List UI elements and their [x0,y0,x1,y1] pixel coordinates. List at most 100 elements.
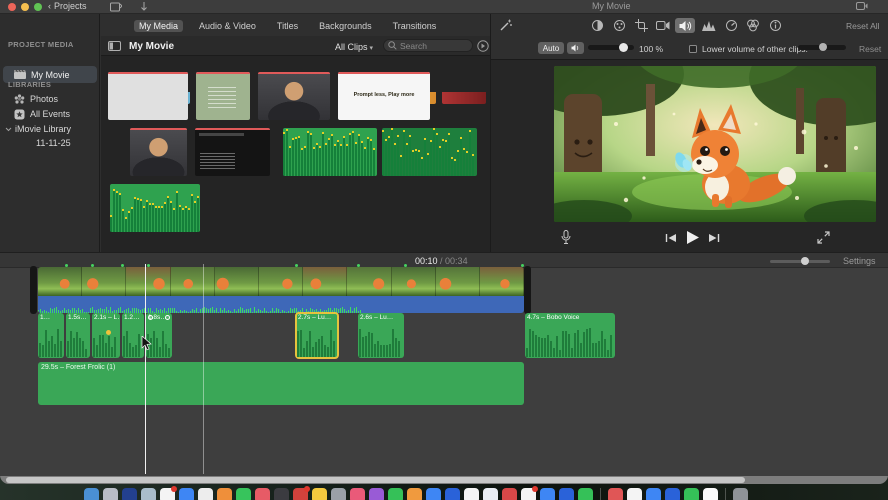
reset-all-button[interactable]: Reset All [846,21,880,31]
dock-app-icon[interactable] [388,488,403,500]
clip-filter-dropdown[interactable]: All Clips ▾ [335,42,373,52]
dock-app-icon[interactable] [733,488,748,500]
media-thumbnail-terminal[interactable] [195,128,270,176]
media-thumbnail-audio[interactable] [283,128,377,176]
sidebar-item-all-events[interactable]: All Events [0,107,100,122]
media-thumbnail-talking-head[interactable] [258,72,330,120]
dock-app-icon[interactable] [703,488,718,500]
filmstrip-frame[interactable] [214,267,259,296]
sidebar-item-imovie-library[interactable]: iMovie Library [0,122,100,137]
filmstrip-frame[interactable] [391,267,436,296]
share-arrow-icon[interactable] [140,2,148,12]
dock-app-icon[interactable] [483,488,498,500]
filmstrip-frame[interactable] [258,267,304,296]
media-thumbnail-screen-recording[interactable] [108,72,188,120]
close-window-button[interactable] [8,3,16,11]
sidebar-item-event-date[interactable]: 11-11-25 [0,136,100,151]
dock-app-icon[interactable] [274,488,289,500]
minimize-window-button[interactable] [21,3,29,11]
dock-app-icon[interactable] [350,488,365,500]
dock-app-icon[interactable] [293,486,310,500]
fade-handle[interactable] [165,315,170,320]
clip-trim-handle-left[interactable] [30,266,37,314]
playhead[interactable] [145,264,146,474]
dock-app-icon[interactable] [559,488,574,500]
auto-volume-button[interactable]: Auto [538,42,564,54]
dock-app-icon[interactable] [646,488,661,500]
fade-handle[interactable] [148,315,153,320]
filmstrip-frame[interactable] [126,267,171,296]
dock-app-icon[interactable] [312,488,327,500]
video-audio-strip[interactable] [38,296,524,313]
audio-clip[interactable]: 4.7s – Bobo Voice [525,313,615,358]
dock-app-icon[interactable] [426,488,441,500]
audio-clip[interactable]: 1.5s… [66,313,90,358]
fullscreen-icon[interactable] [817,231,830,244]
background-music-clip[interactable]: 29.5s – Forest Frolic (1) [38,362,524,405]
filmstrip-frame[interactable] [435,267,480,296]
dock-app-icon[interactable] [369,488,384,500]
speed-icon[interactable] [721,18,741,33]
filmstrip-frame[interactable] [82,267,127,296]
sidebar-toggle-icon[interactable] [108,41,121,51]
stabilization-icon[interactable] [653,18,673,33]
dock-app-icon[interactable] [578,488,593,500]
dock-app-icon[interactable] [198,488,213,500]
dock-app-icon[interactable] [627,488,642,500]
media-thumbnail-audio[interactable] [382,128,477,176]
filters-icon[interactable] [743,18,763,33]
dock-app-icon[interactable] [540,488,555,500]
tab-titles[interactable]: Titles [272,20,303,32]
mute-button[interactable] [567,42,584,54]
dock-app-icon[interactable] [665,488,680,500]
dock-app-icon[interactable] [684,488,699,500]
scrollbar-thumb[interactable] [6,477,745,483]
filmstrip-frame[interactable] [170,267,215,296]
media-thumbnail-talking-head[interactable] [130,128,187,176]
audio-clip[interactable]: 2.1s – L… [92,313,120,358]
search-field[interactable] [383,39,473,52]
skip-back-button[interactable] [665,233,677,243]
noise-reduction-icon[interactable] [699,18,719,33]
filmstrip-frame[interactable] [479,267,524,296]
dock-app-icon[interactable] [502,488,517,500]
tab-audio-video[interactable]: Audio & Video [194,20,261,32]
display-icon[interactable] [856,2,868,11]
dock-app-icon[interactable] [122,488,137,500]
dock-app-icon[interactable] [255,488,270,500]
dock-app-icon[interactable] [179,488,194,500]
dock-app-icon[interactable] [141,488,156,500]
audio-clip[interactable]: 1… [38,313,64,358]
tab-transitions[interactable]: Transitions [388,20,442,32]
sidebar-item-photos[interactable]: Photos [0,92,100,107]
dock-app-icon[interactable] [84,488,99,500]
media-thumbnail[interactable] [442,92,486,104]
dock-app-icon[interactable] [331,488,346,500]
play-button[interactable] [685,230,700,245]
search-input[interactable] [400,40,466,51]
volume-slider-knob[interactable] [619,43,628,52]
timeline-zoom-knob[interactable] [801,257,809,265]
filmstrip-frame[interactable] [347,267,392,296]
audio-clip-selected[interactable]: 2.7s – Lu… [295,312,339,359]
skip-forward-button[interactable] [708,233,720,243]
dock-app-icon[interactable] [160,486,177,500]
volume-icon[interactable] [675,18,695,33]
color-balance-icon[interactable] [587,18,607,33]
enhance-wand-icon[interactable] [499,18,513,32]
media-thumbnail-document[interactable] [196,72,250,120]
dock-app-icon[interactable] [103,488,118,500]
microphone-icon[interactable] [561,230,571,245]
tab-backgrounds[interactable]: Backgrounds [314,20,377,32]
filmstrip-frame[interactable] [303,267,348,296]
dock-app-icon[interactable] [236,488,251,500]
media-thumbnail-promo[interactable]: Prompt less, Play more [338,72,430,120]
dock-app-icon[interactable] [217,488,232,500]
zoom-window-button[interactable] [34,3,42,11]
projects-back-button[interactable]: ‹ Projects [48,1,87,11]
color-correction-icon[interactable] [609,18,629,33]
auto-play-icon[interactable] [477,40,489,52]
dock-app-icon[interactable] [445,488,460,500]
tab-my-media[interactable]: My Media [134,20,184,32]
media-thumbnail-audio[interactable] [110,184,200,232]
